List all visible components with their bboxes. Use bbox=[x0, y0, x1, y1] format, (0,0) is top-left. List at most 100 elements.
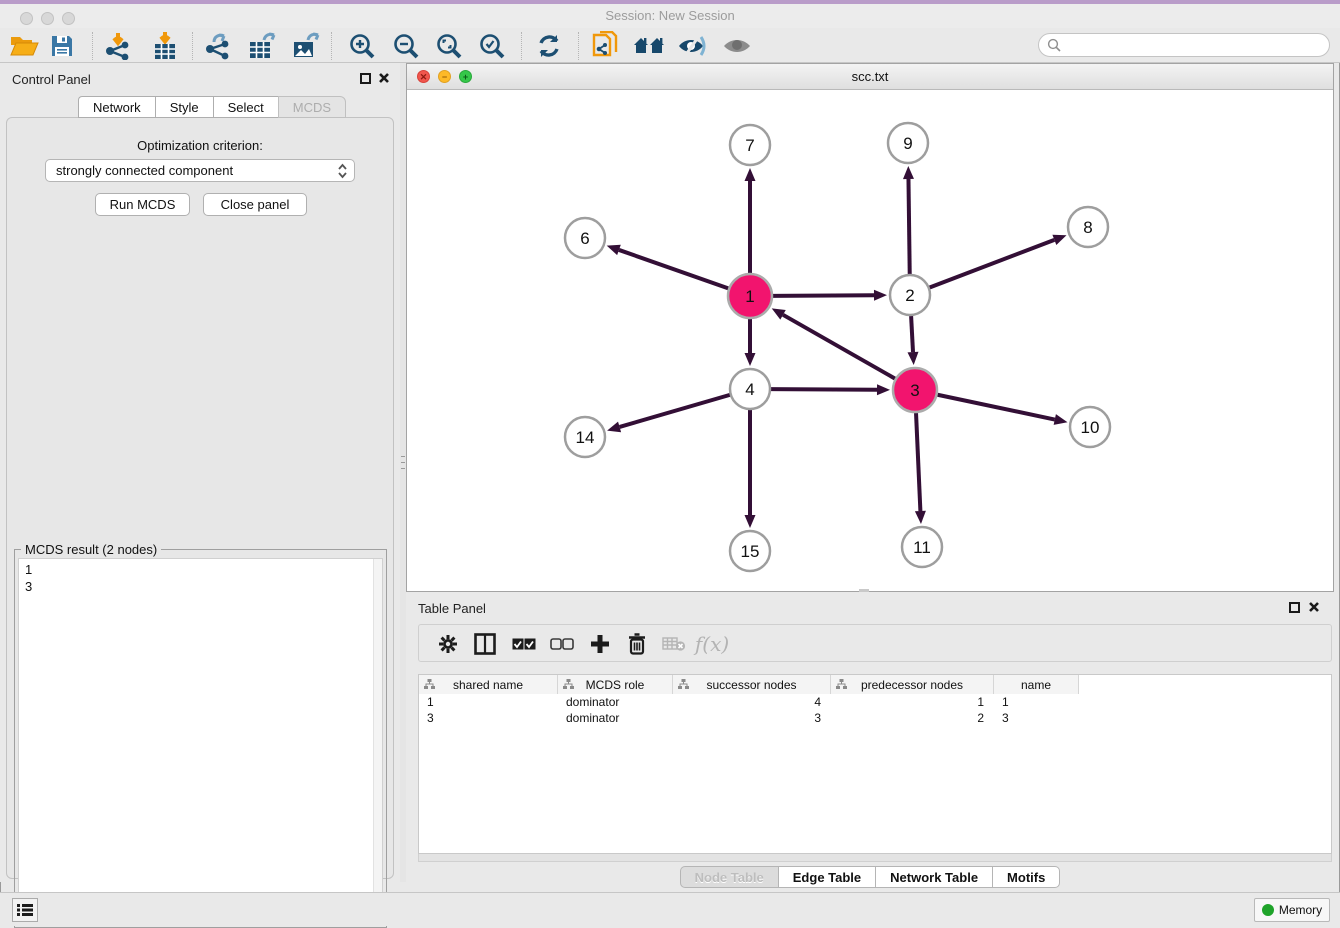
result-line: 1 bbox=[25, 561, 382, 578]
network-canvas[interactable]: 1 2 3 4 6 7 8 9 10 11 14 15 bbox=[407, 90, 1333, 591]
search-input[interactable] bbox=[1038, 33, 1330, 57]
graph-node-14[interactable]: 14 bbox=[565, 417, 605, 457]
deselect-all-columns-button[interactable] bbox=[545, 628, 579, 660]
zoom-selected-button[interactable] bbox=[474, 30, 510, 62]
window-resize-grip[interactable] bbox=[859, 589, 869, 592]
tab-mcds[interactable]: MCDS bbox=[278, 96, 346, 118]
create-column-button[interactable] bbox=[583, 628, 617, 660]
show-command-panel-button[interactable] bbox=[12, 898, 38, 922]
column-header-predecessor-nodes[interactable]: predecessor nodes bbox=[831, 675, 994, 694]
open-session-button[interactable] bbox=[6, 30, 42, 62]
edge-1-2[interactable] bbox=[773, 295, 874, 296]
hide-selected-button[interactable] bbox=[674, 30, 710, 62]
edge-2-3[interactable] bbox=[911, 316, 913, 352]
zoom-out-button[interactable] bbox=[388, 30, 424, 62]
arrowhead-icon bbox=[908, 352, 919, 365]
graph-node-10[interactable]: 10 bbox=[1070, 407, 1110, 447]
network-window-titlebar[interactable]: ✕ − + scc.txt bbox=[407, 64, 1333, 90]
graph-node-7[interactable]: 7 bbox=[730, 125, 770, 165]
arrowhead-icon bbox=[915, 511, 926, 524]
arrowhead-icon bbox=[877, 384, 890, 395]
result-scrollbar[interactable] bbox=[373, 559, 382, 923]
export-table-button[interactable] bbox=[244, 30, 280, 62]
show-all-button[interactable] bbox=[719, 30, 755, 62]
import-network-icon bbox=[104, 32, 132, 60]
zoom-in-button[interactable] bbox=[344, 30, 380, 62]
clone-network-button[interactable] bbox=[587, 30, 623, 62]
apply-layout-button[interactable] bbox=[531, 30, 567, 62]
save-session-button[interactable] bbox=[44, 30, 80, 62]
export-network-button[interactable] bbox=[200, 30, 236, 62]
float-table-panel-icon[interactable] bbox=[1289, 602, 1300, 613]
function-builder-button[interactable]: f(x) bbox=[695, 628, 729, 660]
import-network-button[interactable] bbox=[100, 30, 136, 62]
zoom-fit-button[interactable] bbox=[431, 30, 467, 62]
table-options-button[interactable] bbox=[431, 628, 465, 660]
float-panel-icon[interactable] bbox=[360, 73, 371, 84]
graph-node-11[interactable]: 11 bbox=[902, 527, 942, 567]
close-panel-button[interactable]: Close panel bbox=[203, 193, 307, 216]
optimization-criterion-select[interactable]: strongly connected component bbox=[45, 159, 355, 182]
memory-button[interactable]: Memory bbox=[1254, 898, 1330, 922]
arrowhead-icon bbox=[745, 353, 756, 366]
arrowhead-icon bbox=[607, 422, 621, 433]
columns-icon bbox=[474, 633, 496, 655]
graph-node-9[interactable]: 9 bbox=[888, 123, 928, 163]
node-table[interactable]: shared nameMCDS rolesuccessor nodesprede… bbox=[418, 674, 1332, 854]
graph-node-15[interactable]: 15 bbox=[730, 531, 770, 571]
mcds-result-textarea[interactable]: 13 bbox=[18, 558, 383, 924]
table-cell: 1 bbox=[994, 694, 1079, 710]
column-header-MCDS-role[interactable]: MCDS role bbox=[558, 675, 673, 694]
edge-2-9[interactable] bbox=[908, 179, 909, 274]
edge-3-1[interactable] bbox=[783, 315, 895, 379]
arrowhead-icon bbox=[607, 245, 621, 255]
close-panel-icon[interactable] bbox=[378, 72, 390, 84]
refresh-icon bbox=[536, 33, 562, 59]
tab-network-table[interactable]: Network Table bbox=[875, 866, 992, 888]
select-all-columns-button[interactable] bbox=[507, 628, 541, 660]
graph-node-3[interactable]: 3 bbox=[893, 368, 937, 412]
table-row[interactable]: 3dominator323 bbox=[419, 710, 1079, 726]
network-graph[interactable]: 1 2 3 4 6 7 8 9 10 11 14 15 bbox=[407, 90, 1333, 591]
homes-icon bbox=[633, 35, 665, 57]
tab-select[interactable]: Select bbox=[213, 96, 278, 118]
graph-node-2[interactable]: 2 bbox=[890, 275, 930, 315]
delete-table-button[interactable] bbox=[657, 628, 691, 660]
close-table-panel-icon[interactable] bbox=[1308, 601, 1320, 613]
eye-icon bbox=[722, 36, 752, 56]
table-cell: 2 bbox=[831, 710, 994, 726]
show-column-panel-button[interactable] bbox=[468, 628, 502, 660]
graph-node-8[interactable]: 8 bbox=[1068, 207, 1108, 247]
edge-3-10[interactable] bbox=[938, 395, 1055, 420]
edge-4-3[interactable] bbox=[771, 389, 877, 390]
graph-node-1[interactable]: 1 bbox=[728, 274, 772, 318]
graph-node-4[interactable]: 4 bbox=[730, 369, 770, 409]
node-label: 2 bbox=[905, 286, 914, 305]
export-image-button[interactable] bbox=[288, 30, 324, 62]
graph-node-6[interactable]: 6 bbox=[565, 218, 605, 258]
node-label: 6 bbox=[580, 229, 589, 248]
tab-network[interactable]: Network bbox=[78, 96, 155, 118]
node-label: 11 bbox=[913, 538, 931, 557]
tab-edge-table[interactable]: Edge Table bbox=[778, 866, 875, 888]
edge-4-14[interactable] bbox=[620, 395, 730, 427]
delete-columns-button[interactable] bbox=[620, 628, 654, 660]
table-cell: dominator bbox=[558, 710, 673, 726]
edge-2-8[interactable] bbox=[930, 240, 1055, 288]
tab-node-table[interactable]: Node Table bbox=[680, 866, 778, 888]
column-header-name[interactable]: name bbox=[994, 675, 1079, 694]
import-table-button[interactable] bbox=[147, 30, 183, 62]
first-neighbors-button[interactable] bbox=[631, 30, 667, 62]
edge-1-6[interactable] bbox=[619, 250, 728, 288]
run-mcds-button[interactable]: Run MCDS bbox=[95, 193, 190, 216]
node-label: 10 bbox=[1081, 418, 1100, 437]
column-header-shared-name[interactable]: shared name bbox=[419, 675, 558, 694]
save-icon bbox=[50, 34, 74, 58]
tab-style[interactable]: Style bbox=[155, 96, 213, 118]
table-hscrollbar[interactable] bbox=[418, 854, 1332, 862]
edge-3-11[interactable] bbox=[916, 413, 920, 511]
table-row[interactable]: 1dominator411 bbox=[419, 694, 1079, 710]
column-header-successor-nodes[interactable]: successor nodes bbox=[673, 675, 831, 694]
zoom-in-icon bbox=[348, 32, 376, 60]
tab-motifs[interactable]: Motifs bbox=[992, 866, 1060, 888]
